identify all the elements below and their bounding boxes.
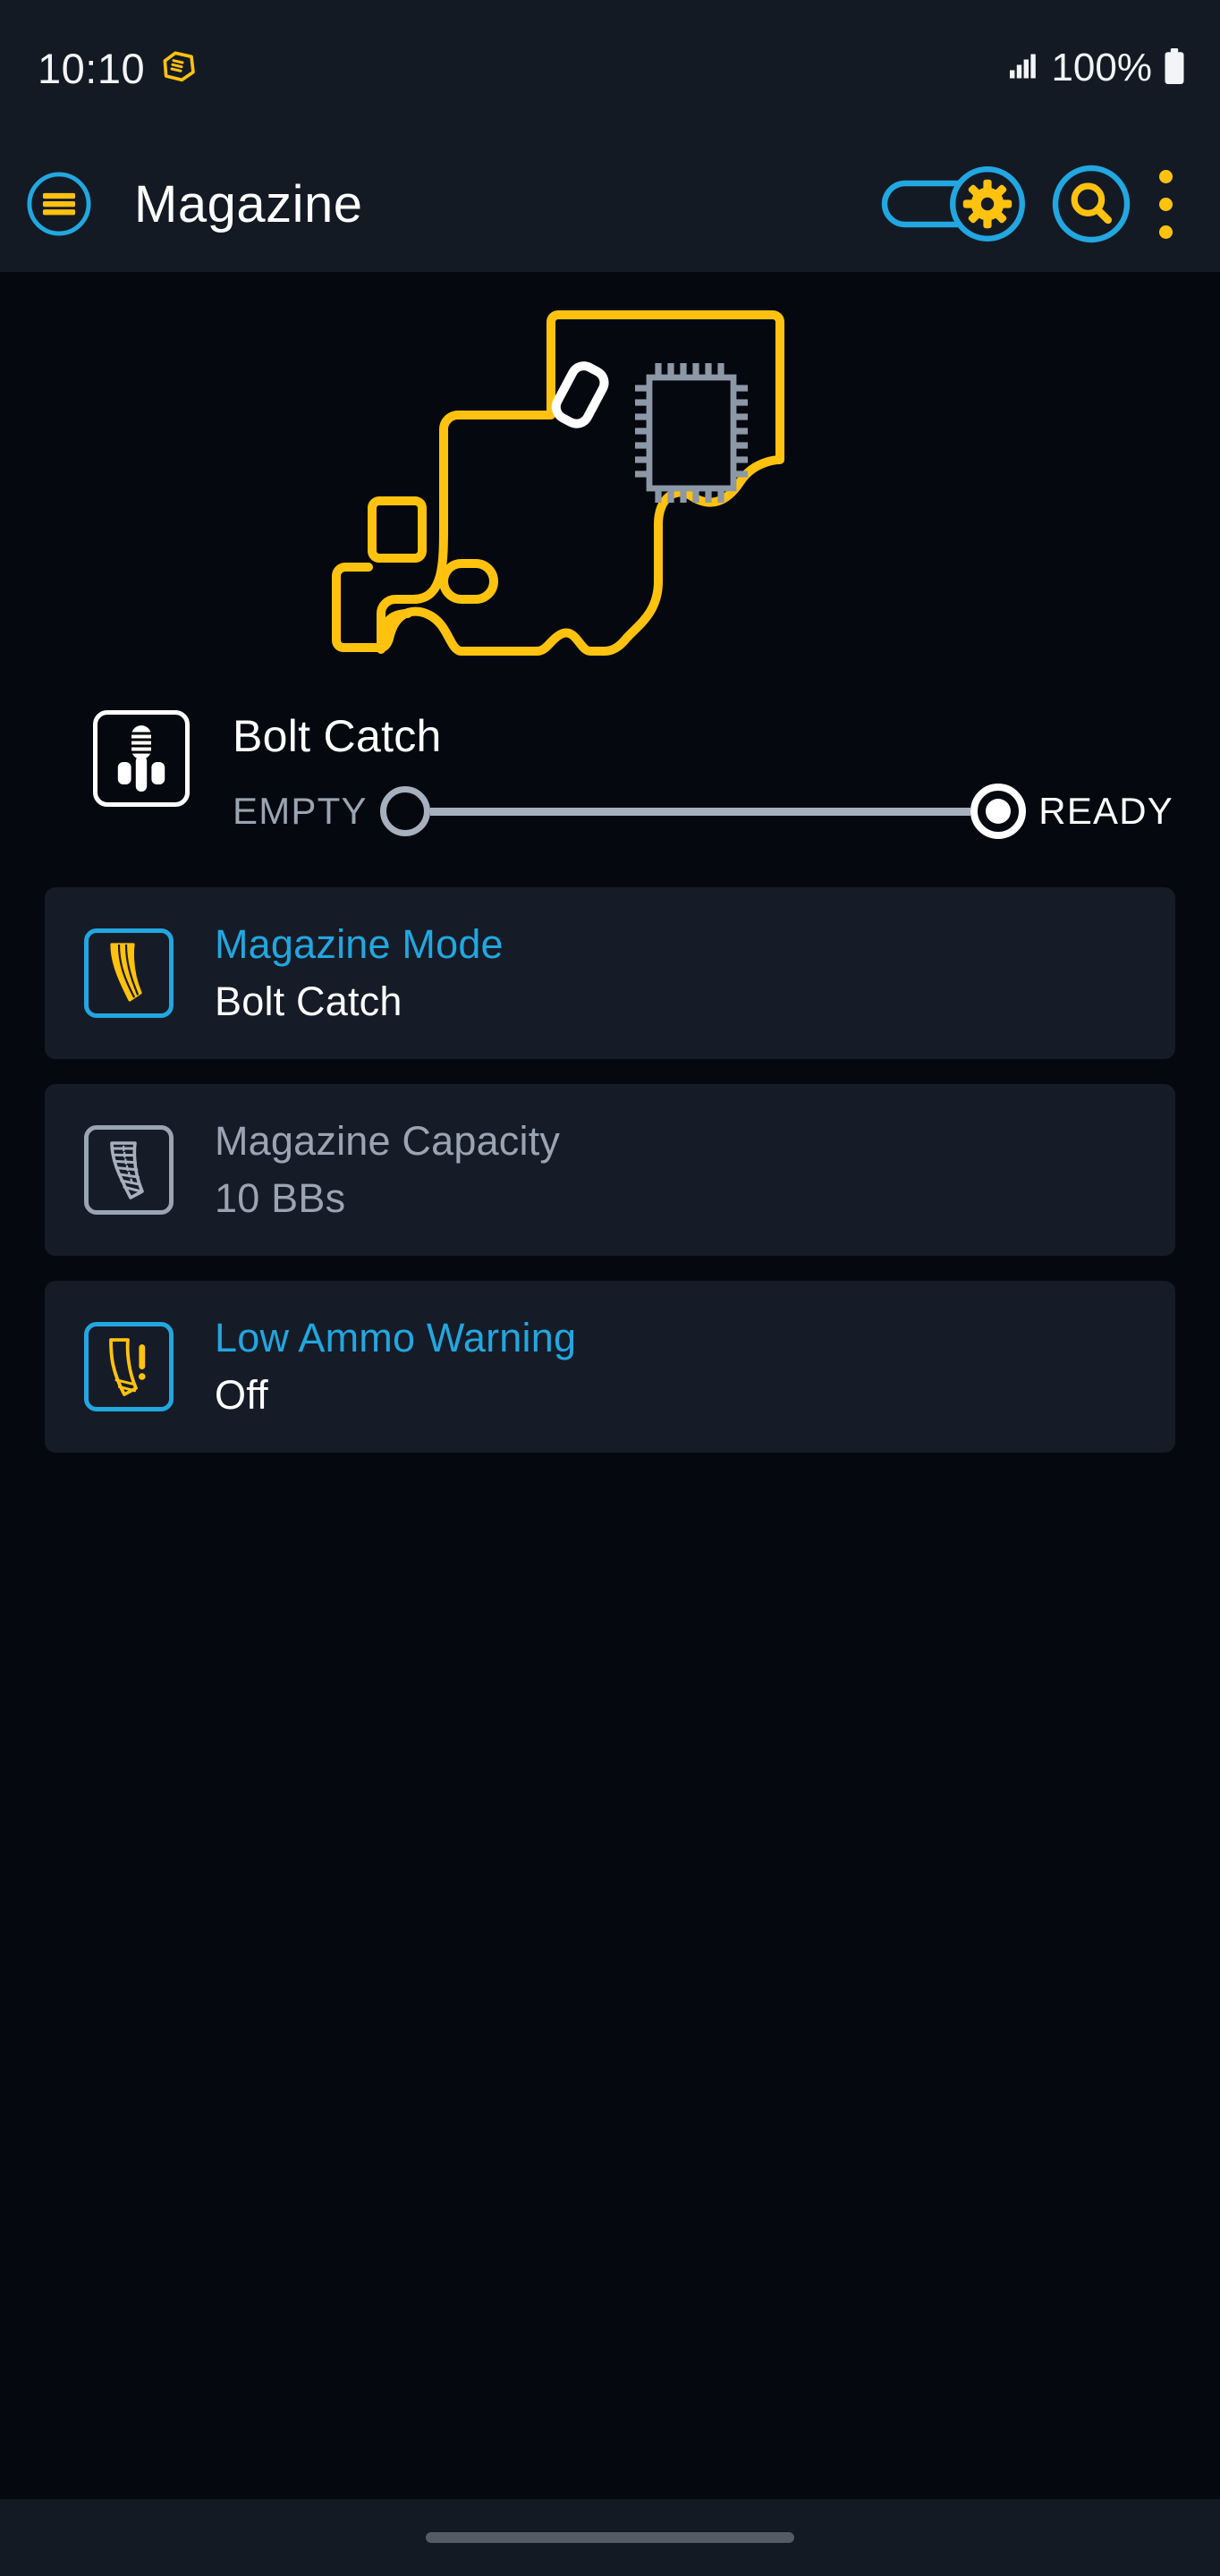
- magazine-rounds-icon: [84, 1125, 174, 1215]
- pcb-board-outline-illustration: [0, 272, 1220, 701]
- slider-knob-empty[interactable]: [379, 786, 430, 836]
- slider-label-empty: EMPTY: [233, 790, 368, 832]
- hamburger-menu-button[interactable]: [25, 170, 93, 238]
- bolt-catch-title: Bolt Catch: [233, 711, 442, 761]
- bolt-catch-row: Bolt Catch EMPTY READY: [0, 710, 1220, 841]
- status-bar: 10:10 100%: [0, 0, 1220, 136]
- more-vertical-icon-dot: [1158, 197, 1173, 211]
- setting-card-magazine-mode[interactable]: Magazine Mode Bolt Catch: [45, 887, 1175, 1059]
- more-vertical-icon-dot: [1158, 225, 1173, 239]
- page-title: Magazine: [134, 174, 363, 233]
- setting-value: Bolt Catch: [215, 979, 402, 1024]
- setting-card-text: Magazine Capacity 10 BBs: [215, 1118, 560, 1222]
- gear-toggle-icon: [881, 166, 1025, 242]
- battery-percent-label: 100%: [1051, 46, 1152, 89]
- main-content: Bolt Catch EMPTY READY Magazine Mode Bol…: [0, 272, 1220, 2499]
- slider-knob-ready-selected[interactable]: [970, 784, 1027, 839]
- app-bar-actions: [869, 155, 1193, 253]
- setting-title: Low Ammo Warning: [215, 1315, 577, 1360]
- cellular-signal-icon: [1006, 50, 1040, 87]
- system-nav-bar: [0, 2499, 1220, 2576]
- status-clock: 10:10: [38, 44, 146, 92]
- setting-value: 10 BBs: [215, 1175, 346, 1221]
- hexagon-chip-icon: [161, 48, 197, 89]
- hamburger-menu-icon: [27, 172, 91, 236]
- setting-value: Off: [215, 1372, 268, 1418]
- setting-card-magazine-capacity[interactable]: Magazine Capacity 10 BBs: [45, 1084, 1175, 1256]
- bolt-catch-slider[interactable]: EMPTY READY: [233, 782, 1173, 841]
- magazine-icon: [84, 928, 174, 1018]
- home-gesture-pill[interactable]: [426, 2532, 794, 2543]
- setting-card-low-ammo-warning[interactable]: Low Ammo Warning Off: [45, 1281, 1175, 1453]
- search-button[interactable]: [1050, 163, 1132, 245]
- search-icon: [1052, 165, 1131, 243]
- settings-list: Magazine Mode Bolt Catch Magazine Capaci…: [0, 887, 1220, 1453]
- setting-title: Magazine Capacity: [215, 1118, 561, 1164]
- slider-label-ready: READY: [1038, 790, 1173, 832]
- setting-title: Magazine Mode: [215, 921, 504, 967]
- slider-track[interactable]: [429, 807, 971, 816]
- settings-toggle-button[interactable]: [869, 165, 1045, 242]
- status-bar-right: 100%: [1006, 46, 1186, 90]
- status-bar-left: 10:10: [38, 44, 197, 93]
- slider-track-area[interactable]: [379, 782, 1027, 841]
- setting-card-text: Low Ammo Warning Off: [215, 1315, 576, 1419]
- magazine-warning-icon: [84, 1322, 174, 1411]
- app-bar: Magazine: [0, 136, 1220, 272]
- bolt-catch-icon: [93, 710, 190, 807]
- bolt-catch-content: Bolt Catch EMPTY READY: [233, 710, 1173, 841]
- more-vertical-icon-dot: [1158, 169, 1173, 183]
- battery-full-icon: [1163, 47, 1186, 89]
- setting-card-text: Magazine Mode Bolt Catch: [215, 921, 504, 1025]
- more-options-button[interactable]: [1138, 155, 1193, 253]
